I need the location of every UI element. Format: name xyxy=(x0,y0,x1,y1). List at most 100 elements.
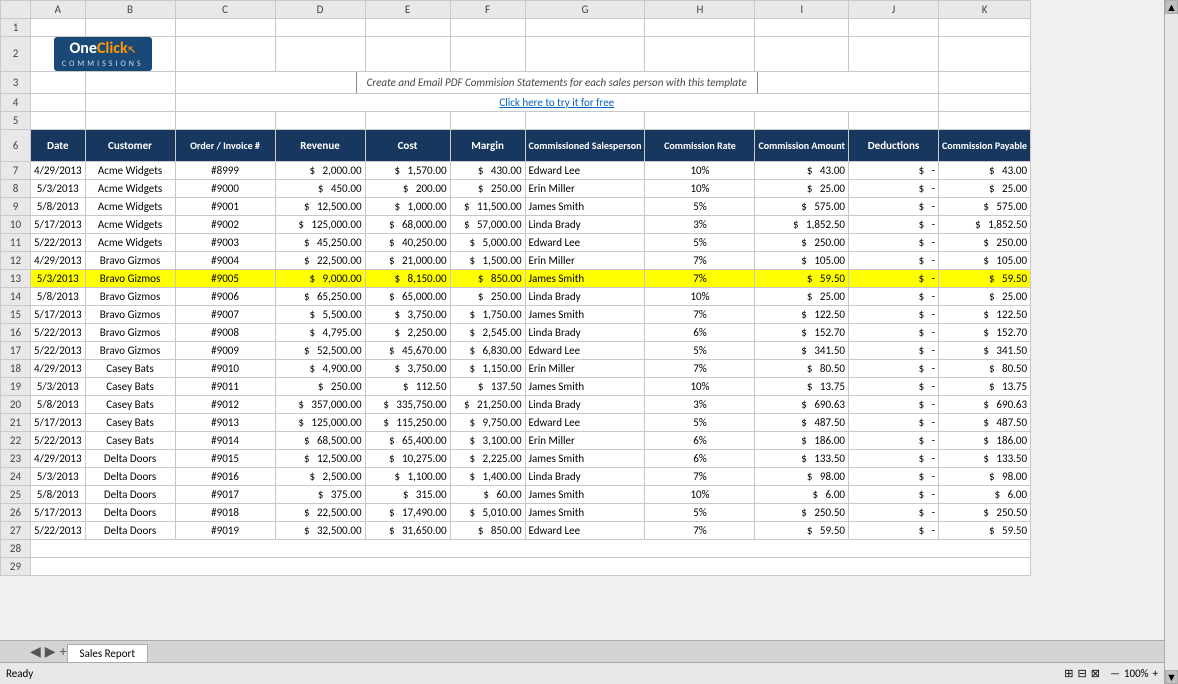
cell-invoice-11[interactable]: #9003 xyxy=(175,233,275,251)
cell-sales-16[interactable]: Linda Brady xyxy=(525,323,645,341)
page-break-icon[interactable]: ⊠ xyxy=(1091,667,1100,680)
cell-margin-19[interactable]: $ 137.50 xyxy=(450,377,525,395)
cell-rate-23[interactable]: 6% xyxy=(645,449,755,467)
cell-customer-12[interactable]: Bravo Gizmos xyxy=(85,251,175,269)
cell-k4[interactable] xyxy=(939,93,1031,111)
cell-i1[interactable] xyxy=(755,19,849,37)
cell-f5[interactable] xyxy=(450,111,525,129)
cell-margin-17[interactable]: $ 6,830.00 xyxy=(450,341,525,359)
cell-b4[interactable] xyxy=(85,93,175,111)
cell-amount-25[interactable]: $ 6.00 xyxy=(755,485,849,503)
cell-amount-11[interactable]: $ 250.00 xyxy=(755,233,849,251)
right-scrollbar[interactable]: ▲ ▼ xyxy=(1164,0,1178,684)
cell-payable-15[interactable]: $ 122.50 xyxy=(939,305,1031,323)
cell-rev-23[interactable]: $ 12,500.00 xyxy=(275,449,365,467)
cell-rev-13[interactable]: $ 9,000.00 xyxy=(275,269,365,287)
cell-margin-24[interactable]: $ 1,400.00 xyxy=(450,467,525,485)
cell-payable-27[interactable]: $ 59.50 xyxy=(939,521,1031,539)
col-header-h[interactable]: H xyxy=(645,1,755,19)
cell-ded-20[interactable]: $ - xyxy=(849,395,939,413)
cell-rev-25[interactable]: $ 375.00 xyxy=(275,485,365,503)
cell-invoice-14[interactable]: #9006 xyxy=(175,287,275,305)
cell-rev-22[interactable]: $ 68,500.00 xyxy=(275,431,365,449)
cell-amount-15[interactable]: $ 122.50 xyxy=(755,305,849,323)
cell-e1[interactable] xyxy=(365,19,450,37)
cell-invoice-24[interactable]: #9016 xyxy=(175,467,275,485)
cell-ded-10[interactable]: $ - xyxy=(849,215,939,233)
cell-e2[interactable] xyxy=(365,37,450,72)
cell-c2[interactable] xyxy=(175,37,275,72)
cell-amount-21[interactable]: $ 487.50 xyxy=(755,413,849,431)
cell-margin-13[interactable]: $ 850.00 xyxy=(450,269,525,287)
cell-rate-12[interactable]: 7% xyxy=(645,251,755,269)
cell-c5[interactable] xyxy=(175,111,275,129)
cell-date-18[interactable]: 4/29/2013 xyxy=(31,359,86,377)
cell-cost-14[interactable]: $ 65,000.00 xyxy=(365,287,450,305)
zoom-in-icon[interactable]: + xyxy=(1153,667,1158,680)
cell-date-25[interactable]: 5/8/2013 xyxy=(31,485,86,503)
cell-amount-7[interactable]: $ 43.00 xyxy=(755,161,849,179)
cell-invoice-10[interactable]: #9002 xyxy=(175,215,275,233)
cell-amount-26[interactable]: $ 250.50 xyxy=(755,503,849,521)
cell-sales-24[interactable]: Linda Brady xyxy=(525,467,645,485)
cell-k2[interactable] xyxy=(939,37,1031,72)
cell-sales-26[interactable]: James Smith xyxy=(525,503,645,521)
cell-invoice-17[interactable]: #9009 xyxy=(175,341,275,359)
cell-margin-25[interactable]: $ 60.00 xyxy=(450,485,525,503)
cell-cost-17[interactable]: $ 45,670.00 xyxy=(365,341,450,359)
cell-margin-9[interactable]: $ 11,500.00 xyxy=(450,197,525,215)
cell-ded-25[interactable]: $ - xyxy=(849,485,939,503)
cell-amount-10[interactable]: $ 1,852.50 xyxy=(755,215,849,233)
cell-customer-14[interactable]: Bravo Gizmos xyxy=(85,287,175,305)
cell-payable-16[interactable]: $ 152.70 xyxy=(939,323,1031,341)
cell-rate-19[interactable]: 10% xyxy=(645,377,755,395)
cell-sales-14[interactable]: Linda Brady xyxy=(525,287,645,305)
cell-customer-15[interactable]: Bravo Gizmos xyxy=(85,305,175,323)
cell-sales-7[interactable]: Edward Lee xyxy=(525,161,645,179)
cell-rev-10[interactable]: $ 125,000.00 xyxy=(275,215,365,233)
cell-ded-13[interactable]: $ - xyxy=(849,269,939,287)
grid-wrapper[interactable]: A B C D E F G H I J K 1 xyxy=(0,0,1164,640)
cell-date-19[interactable]: 5/3/2013 xyxy=(31,377,86,395)
cell-rev-14[interactable]: $ 65,250.00 xyxy=(275,287,365,305)
cell-rate-27[interactable]: 7% xyxy=(645,521,755,539)
cell-margin-18[interactable]: $ 1,150.00 xyxy=(450,359,525,377)
cell-ded-21[interactable]: $ - xyxy=(849,413,939,431)
cell-margin-10[interactable]: $ 57,000.00 xyxy=(450,215,525,233)
cell-rate-7[interactable]: 10% xyxy=(645,161,755,179)
cell-customer-27[interactable]: Delta Doors xyxy=(85,521,175,539)
cell-margin-22[interactable]: $ 3,100.00 xyxy=(450,431,525,449)
cell-date-14[interactable]: 5/8/2013 xyxy=(31,287,86,305)
cell-customer-10[interactable]: Acme Widgets xyxy=(85,215,175,233)
col-header-i[interactable]: I xyxy=(755,1,849,19)
cell-amount-8[interactable]: $ 25.00 xyxy=(755,179,849,197)
cell-k3[interactable] xyxy=(939,71,1031,93)
cell-amount-20[interactable]: $ 690.63 xyxy=(755,395,849,413)
cell-rate-17[interactable]: 5% xyxy=(645,341,755,359)
cell-margin-7[interactable]: $ 430.00 xyxy=(450,161,525,179)
cell-rate-13[interactable]: 7% xyxy=(645,269,755,287)
cell-sales-20[interactable]: Linda Brady xyxy=(525,395,645,413)
cell-amount-18[interactable]: $ 80.50 xyxy=(755,359,849,377)
cell-amount-16[interactable]: $ 152.70 xyxy=(755,323,849,341)
cell-ded-9[interactable]: $ - xyxy=(849,197,939,215)
cell-cost-8[interactable]: $ 200.00 xyxy=(365,179,450,197)
cell-cost-9[interactable]: $ 1,000.00 xyxy=(365,197,450,215)
cell-date-16[interactable]: 5/22/2013 xyxy=(31,323,86,341)
cell-margin-16[interactable]: $ 2,545.00 xyxy=(450,323,525,341)
cell-payable-23[interactable]: $ 133.50 xyxy=(939,449,1031,467)
cell-margin-12[interactable]: $ 1,500.00 xyxy=(450,251,525,269)
cell-rate-8[interactable]: 10% xyxy=(645,179,755,197)
cell-cost-7[interactable]: $ 1,570.00 xyxy=(365,161,450,179)
col-header-e[interactable]: E xyxy=(365,1,450,19)
cell-rate-16[interactable]: 6% xyxy=(645,323,755,341)
cell-a5[interactable] xyxy=(31,111,86,129)
cell-ded-22[interactable]: $ - xyxy=(849,431,939,449)
cell-b1[interactable] xyxy=(85,19,175,37)
cell-payable-17[interactable]: $ 341.50 xyxy=(939,341,1031,359)
cell-rev-16[interactable]: $ 4,795.00 xyxy=(275,323,365,341)
cell-invoice-15[interactable]: #9007 xyxy=(175,305,275,323)
cell-ded-18[interactable]: $ - xyxy=(849,359,939,377)
cell-g2[interactable] xyxy=(525,37,645,72)
next-sheet-button[interactable]: ▶ xyxy=(45,643,56,660)
